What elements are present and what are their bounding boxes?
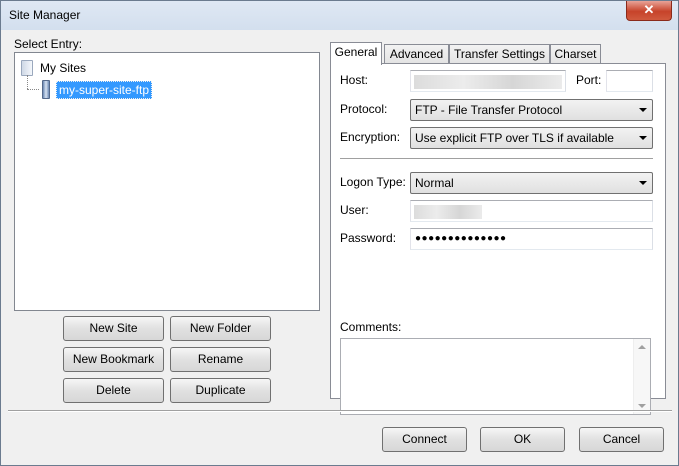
protocol-value: FTP - File Transfer Protocol <box>415 103 563 117</box>
encryption-value: Use explicit FTP over TLS if available <box>415 131 614 145</box>
title-bar: Site Manager ✕ <box>1 1 678 30</box>
port-input[interactable] <box>606 70 653 92</box>
dialog-client: Select Entry: My Sites my-super-site-ftp… <box>8 30 672 458</box>
ok-button[interactable]: OK <box>480 427 565 452</box>
host-input[interactable] <box>410 70 566 92</box>
tree-root-label[interactable]: My Sites <box>40 61 86 75</box>
tab-general[interactable]: General <box>330 42 382 65</box>
encryption-select[interactable]: Use explicit FTP over TLS if available <box>410 127 653 149</box>
site-tree[interactable]: My Sites my-super-site-ftp <box>14 52 320 311</box>
new-bookmark-button[interactable]: New Bookmark <box>63 347 164 372</box>
duplicate-button[interactable]: Duplicate <box>170 378 271 403</box>
protocol-label: Protocol: <box>340 102 388 116</box>
user-label: User: <box>340 203 369 217</box>
chevron-down-icon <box>639 108 647 112</box>
new-site-button[interactable]: New Site <box>63 316 164 341</box>
tree-item-site[interactable]: my-super-site-ftp <box>56 81 153 99</box>
cancel-button[interactable]: Cancel <box>579 427 664 452</box>
tree-connector <box>27 89 39 90</box>
password-label: Password: <box>340 231 397 245</box>
chevron-down-icon <box>639 181 647 185</box>
port-label: Port: <box>576 73 602 87</box>
rename-button[interactable]: Rename <box>170 347 271 372</box>
host-value-redacted <box>414 75 562 89</box>
comments-textarea[interactable] <box>340 338 651 415</box>
host-label: Host: <box>340 73 369 87</box>
footer-divider <box>8 410 672 412</box>
logon-type-value: Normal <box>415 176 454 190</box>
protocol-select[interactable]: FTP - File Transfer Protocol <box>410 99 653 121</box>
tab-advanced[interactable]: Advanced <box>384 44 449 64</box>
comments-label: Comments: <box>340 320 402 334</box>
general-tab-panel: Host: Port: Protocol: FTP - File Transfe… <box>330 63 666 415</box>
scroll-up-icon[interactable] <box>638 345 646 349</box>
comments-scrollbar[interactable] <box>633 339 650 414</box>
folder-icon <box>21 60 33 76</box>
encryption-label: Encryption: <box>340 130 401 144</box>
select-entry-label: Select Entry: <box>14 37 83 51</box>
tab-transfer-settings[interactable]: Transfer Settings <box>449 44 550 64</box>
user-value-redacted <box>414 205 482 219</box>
window-title: Site Manager <box>9 8 81 22</box>
chevron-down-icon <box>639 136 647 140</box>
scroll-down-icon[interactable] <box>638 404 646 408</box>
logon-type-select[interactable]: Normal <box>410 172 653 194</box>
server-icon <box>42 80 50 99</box>
delete-button[interactable]: Delete <box>63 378 164 403</box>
new-folder-button[interactable]: New Folder <box>170 316 271 341</box>
connect-button[interactable]: Connect <box>382 427 467 452</box>
tree-connector <box>27 75 28 89</box>
close-button[interactable]: ✕ <box>626 1 672 21</box>
user-input[interactable] <box>410 200 653 222</box>
tab-charset[interactable]: Charset <box>550 44 601 64</box>
logon-type-label: Logon Type: <box>340 175 406 189</box>
form-divider <box>340 158 653 160</box>
site-manager-window: Site Manager ✕ Select Entry: My Sites my… <box>0 0 679 466</box>
password-input[interactable]: ●●●●●●●●●●●●●● <box>410 228 653 250</box>
